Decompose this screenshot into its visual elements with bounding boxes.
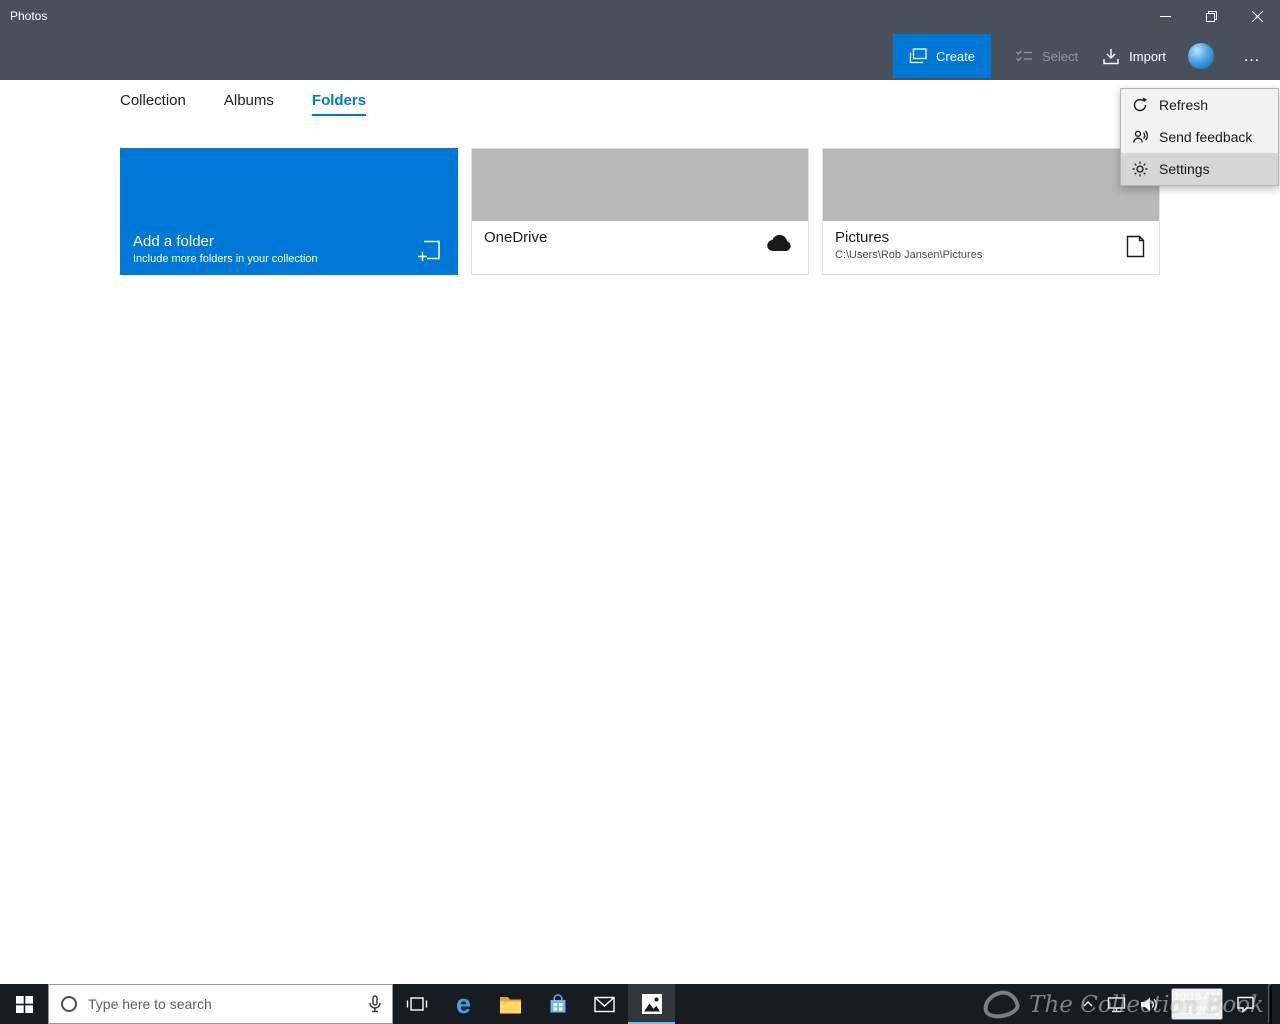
microphone-icon[interactable] [368, 994, 382, 1014]
select-label: Select [1042, 48, 1079, 64]
task-view-button[interactable] [393, 984, 440, 1024]
start-button[interactable] [0, 984, 48, 1024]
nav-tabs: Collection Albums Folders [0, 80, 1280, 126]
folder-tile-footer: Pictures C:\Users\Rob Jansen\Pictures [823, 221, 1159, 274]
menu-item-label: Send feedback [1159, 129, 1253, 145]
import-button[interactable]: Import [1102, 48, 1166, 65]
gear-icon [1132, 161, 1148, 177]
show-desktop-button[interactable] [1268, 984, 1272, 1024]
picture-frame-icon [1126, 235, 1145, 258]
folder-tile-footer: OneDrive [472, 221, 808, 274]
windows-logo-icon [15, 995, 33, 1013]
network-icon [1107, 996, 1126, 1012]
import-label: Import [1129, 48, 1166, 64]
menu-item-settings[interactable]: Settings [1121, 153, 1278, 185]
taskbar-search[interactable] [48, 984, 393, 1024]
photos-app-button[interactable] [628, 984, 675, 1024]
add-folder-subtitle: Include more folders in your collection [133, 253, 318, 265]
account-avatar[interactable] [1188, 43, 1214, 69]
add-folder-icon [418, 240, 440, 261]
store-button[interactable] [534, 984, 581, 1024]
clock-time: 10:16 AM [1173, 991, 1221, 1003]
folder-title: OneDrive [484, 229, 548, 246]
folder-path: C:\Users\Rob Jansen\Pictures [835, 249, 983, 261]
command-bar: Create Select Import … [892, 32, 1280, 80]
taskbar: e 10:16 AM 8/11/2018 [0, 984, 1280, 1024]
folder-thumbnail [823, 149, 1159, 221]
cortana-icon [61, 996, 77, 1012]
import-icon [1103, 48, 1119, 64]
cloud-icon [767, 235, 791, 252]
show-hidden-icons-button[interactable] [1082, 1000, 1094, 1008]
app-header: Photos Create Select Import … [0, 0, 1280, 80]
restore-icon [1205, 10, 1217, 22]
mail-button[interactable] [581, 984, 628, 1024]
taskbar-clock[interactable]: 10:16 AM 8/11/2018 [1170, 988, 1223, 1020]
menu-item-label: Settings [1159, 161, 1210, 177]
folder-tile-onedrive[interactable]: OneDrive [471, 148, 809, 275]
minimize-icon [1159, 15, 1171, 17]
window-controls [1142, 0, 1280, 32]
photos-app-icon [641, 994, 662, 1014]
restore-button[interactable] [1188, 0, 1234, 32]
see-more-menu: Refresh Send feedback Settings [1120, 88, 1279, 186]
action-center-icon [1237, 996, 1254, 1013]
create-icon [909, 48, 927, 64]
create-label: Create [935, 48, 976, 64]
feedback-icon [1133, 130, 1148, 143]
folder-thumbnail [472, 149, 808, 221]
task-view-icon [406, 997, 427, 1011]
folder-tile-pictures[interactable]: Pictures C:\Users\Rob Jansen\Pictures [822, 148, 1160, 275]
volume-icon [1140, 997, 1157, 1011]
window-title: Photos [10, 9, 48, 23]
file-explorer-icon [500, 996, 521, 1013]
menu-item-label: Refresh [1159, 97, 1209, 113]
clock-date: 8/11/2018 [1172, 1005, 1221, 1017]
tab-collection[interactable]: Collection [120, 92, 186, 116]
ellipsis-icon: … [1243, 46, 1261, 65]
volume-tray-button[interactable] [1139, 996, 1158, 1013]
folder-title: Pictures [835, 229, 890, 246]
mail-icon [594, 996, 615, 1012]
chevron-up-icon [1083, 1001, 1093, 1007]
photos-app-window: Photos Create Select Import … Collection… [0, 0, 1280, 1024]
edge-icon: e [455, 988, 472, 1019]
select-button[interactable]: Select [1015, 49, 1078, 64]
create-button[interactable]: Create [892, 34, 992, 78]
select-icon [1016, 50, 1033, 62]
close-button[interactable] [1234, 0, 1280, 32]
file-explorer-button[interactable] [487, 984, 534, 1024]
search-input[interactable] [88, 996, 359, 1012]
store-icon [550, 993, 565, 1012]
tab-folders[interactable]: Folders [311, 92, 367, 116]
minimize-button[interactable] [1142, 0, 1188, 32]
network-tray-button[interactable] [1107, 996, 1126, 1013]
add-folder-tile[interactable]: Add a folder Include more folders in you… [120, 148, 458, 275]
menu-item-send-feedback[interactable]: Send feedback [1121, 121, 1278, 153]
edge-button[interactable]: e [440, 984, 487, 1024]
action-center-button[interactable] [1236, 995, 1255, 1013]
folder-tiles: Add a folder Include more folders in you… [120, 148, 1160, 275]
menu-item-refresh[interactable]: Refresh [1121, 89, 1278, 121]
close-icon [1251, 10, 1263, 22]
system-tray: 10:16 AM 8/11/2018 [1082, 984, 1280, 1024]
refresh-icon [1133, 97, 1147, 112]
add-folder-title: Add a folder [133, 233, 214, 250]
see-more-button[interactable]: … [1230, 34, 1274, 78]
tab-albums[interactable]: Albums [224, 92, 274, 116]
